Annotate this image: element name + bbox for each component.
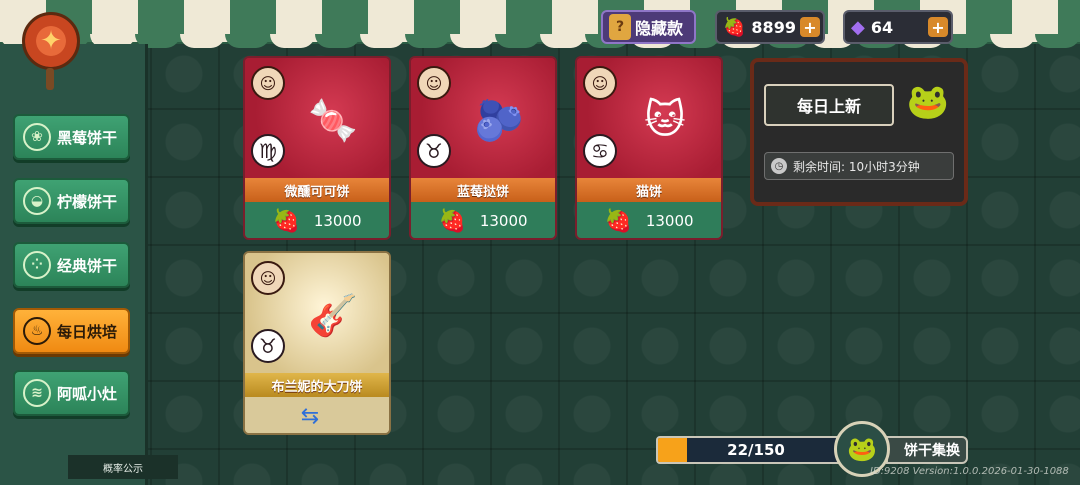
strawberry-icon: 🍓 bbox=[723, 16, 746, 38]
price-row: 🍓 13000 bbox=[577, 202, 721, 238]
swap-icon: ⇆ bbox=[300, 403, 320, 429]
strawberry-icon: 🍓 bbox=[272, 208, 300, 234]
gem-count: 64 bbox=[870, 17, 894, 37]
daily-new-panel: 每日上新 🐸 ◷ 剩余时间: 10小时3分钟 bbox=[750, 58, 968, 206]
price-value: 13000 bbox=[645, 212, 694, 230]
sidebar-item-4[interactable]: ♨ 每日烘培 bbox=[13, 308, 130, 354]
zodiac-icon: ♍ bbox=[251, 134, 285, 168]
zodiac-icon: ♉ bbox=[251, 329, 285, 363]
strawberry-count: 8899 bbox=[751, 17, 796, 37]
sidebar-item-label: 经典饼干 bbox=[57, 256, 118, 275]
sidebar-item-label: 柠檬饼干 bbox=[57, 192, 118, 211]
cookie-art: 🐱 bbox=[644, 97, 686, 143]
add-strawberry-button[interactable]: + bbox=[800, 17, 820, 37]
add-gem-button[interactable]: + bbox=[928, 17, 948, 37]
gem-icon: ◆ bbox=[851, 16, 865, 38]
remaining-time: ◷ 剩余时间: 10小时3分钟 bbox=[764, 152, 954, 180]
hidden-style-label: 隐藏款 bbox=[635, 19, 684, 38]
awning-scallop bbox=[495, 34, 540, 48]
blackberry-icon: ❀ bbox=[23, 123, 51, 151]
awning-scallop bbox=[180, 34, 225, 48]
probability-button[interactable]: 概率公示 bbox=[68, 455, 178, 479]
character-avatar-icon: ☺ bbox=[251, 66, 285, 100]
logo-stick bbox=[46, 68, 54, 90]
cookie-name: 猫饼 bbox=[577, 178, 721, 202]
hidden-style-button[interactable]: ? 隐藏款 bbox=[601, 10, 696, 44]
cookie-icon: ⁘ bbox=[23, 251, 51, 279]
game-logo[interactable]: ✦ bbox=[22, 12, 80, 70]
card-icon: ? bbox=[609, 14, 631, 40]
awning-scallop bbox=[225, 34, 270, 48]
awning-scallop bbox=[270, 34, 315, 48]
strawberry-icon: 🍓 bbox=[604, 208, 632, 234]
cookie-art: 🎸 bbox=[308, 292, 358, 339]
awning-scallop bbox=[405, 34, 450, 48]
price-value: 13000 bbox=[479, 212, 528, 230]
price-row: 🍓 13000 bbox=[411, 202, 555, 238]
awning-scallop bbox=[990, 34, 1035, 48]
progress-text: 22/150 bbox=[727, 441, 785, 459]
sidebar-item-3[interactable]: ⁘ 经典饼干 bbox=[13, 242, 130, 288]
awning-scallop bbox=[315, 34, 360, 48]
price-value: 13000 bbox=[313, 212, 362, 230]
awning-scallop bbox=[450, 34, 495, 48]
stove-icon: ≋ bbox=[23, 379, 51, 407]
sidebar-item-label: 黑莓饼干 bbox=[57, 128, 118, 147]
cookie-exchange-label: 饼干集换 bbox=[904, 443, 960, 459]
character-avatar-icon: ☺ bbox=[583, 66, 617, 100]
cookie-name: 蓝莓挞饼 bbox=[411, 178, 555, 202]
cookie-name: 微醺可可饼 bbox=[245, 178, 389, 202]
cookie-card[interactable]: 🫐 ☺ ♉ 蓝莓挞饼 🍓 13000 bbox=[409, 56, 557, 240]
cookie-art: 🍬 bbox=[308, 97, 358, 144]
bread-icon: ♨ bbox=[23, 317, 51, 345]
daily-new-title: 每日上新 bbox=[764, 84, 894, 126]
cookie-art: 🫐 bbox=[474, 97, 524, 144]
version-text: ID:9208 Version:1.0.0.2026-01-30-1088 bbox=[870, 466, 1069, 477]
zodiac-icon: ♋ bbox=[583, 134, 617, 168]
collection-progress: 22/150 bbox=[656, 436, 856, 464]
chef-frog-icon: 🐸 bbox=[906, 82, 950, 122]
clock-icon: ◷ bbox=[771, 158, 787, 174]
awning-scallop bbox=[360, 34, 405, 48]
price-row: ⇆ bbox=[245, 397, 389, 433]
remaining-time-text: 剩余时间: 10小时3分钟 bbox=[793, 159, 920, 174]
strawberry-icon: 🍓 bbox=[438, 208, 466, 234]
price-row: 🍓 13000 bbox=[245, 202, 389, 238]
sidebar-item-2[interactable]: ◒ 柠檬饼干 bbox=[13, 178, 130, 224]
lemon-icon: ◒ bbox=[23, 187, 51, 215]
strawberry-currency: 🍓 8899 + bbox=[715, 10, 825, 44]
awning-scallop bbox=[1035, 34, 1080, 48]
character-avatar-icon: ☺ bbox=[251, 261, 285, 295]
sidebar-item-label: 阿呱小灶 bbox=[57, 384, 118, 403]
cookie-card[interactable]: 🐱 ☺ ♋ 猫饼 🍓 13000 bbox=[575, 56, 723, 240]
zodiac-icon: ♉ bbox=[417, 134, 451, 168]
awning-scallop bbox=[540, 34, 585, 48]
character-avatar-icon: ☺ bbox=[417, 66, 451, 100]
sidebar-item-1[interactable]: ❀ 黑莓饼干 bbox=[13, 114, 130, 160]
cookie-card[interactable]: 🍬 ☺ ♍ 微醺可可饼 🍓 13000 bbox=[243, 56, 391, 240]
gem-currency: ◆ 64 + bbox=[843, 10, 953, 44]
sidebar-item-label: 每日烘培 bbox=[57, 322, 118, 341]
cookie-name: 布兰妮的大刀饼 bbox=[245, 373, 389, 397]
sidebar-item-5[interactable]: ≋ 阿呱小灶 bbox=[13, 370, 130, 416]
cookie-card[interactable]: 🎸 ☺ ♉ 布兰妮的大刀饼 ⇆ bbox=[243, 251, 391, 435]
cookie-exchange-button[interactable]: 饼干集换 bbox=[886, 436, 968, 464]
